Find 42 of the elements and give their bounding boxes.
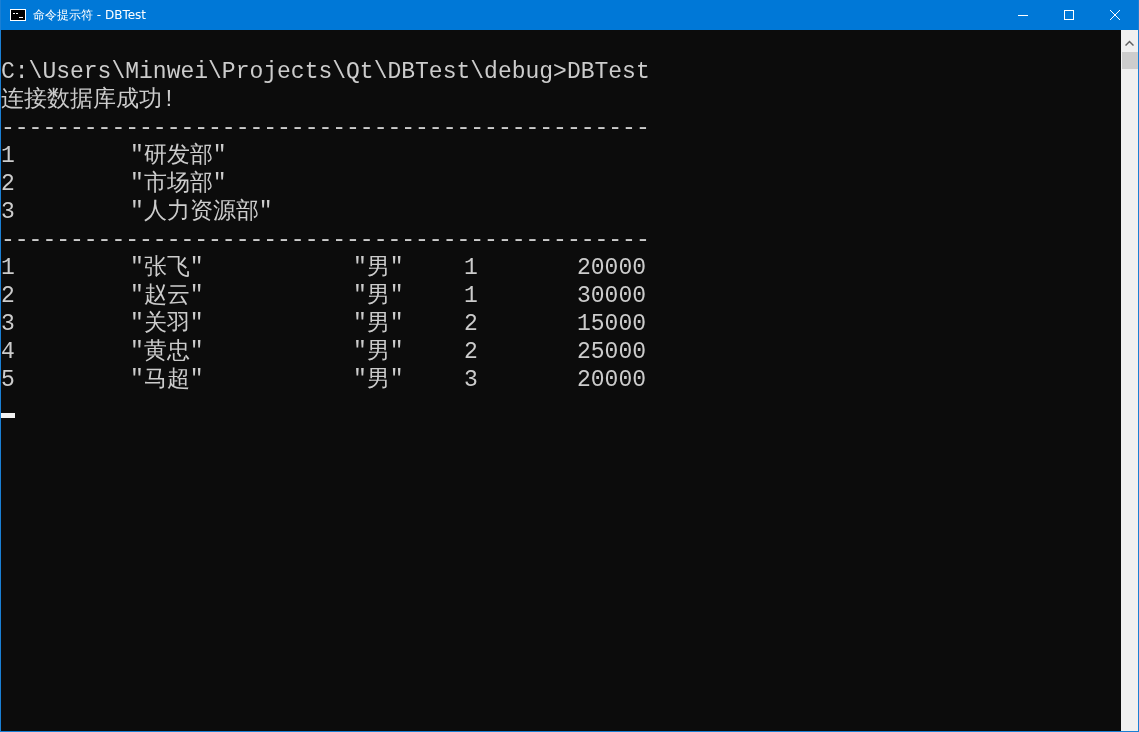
table-cell-text: "男" xyxy=(353,254,405,282)
table-cell-text: "男" xyxy=(353,310,405,338)
table-cell-text: 20000 xyxy=(576,254,646,282)
table-cell-text: 4 xyxy=(1,338,16,366)
table-cell-text: 15000 xyxy=(576,310,646,338)
console-icon xyxy=(10,9,26,21)
table-cell-text: 2 xyxy=(1,170,16,198)
table-cell-text: "赵云" xyxy=(130,282,205,310)
table-cell-text: 3 xyxy=(1,310,16,338)
table-cell-text: 2 xyxy=(1,282,16,310)
table-cell-text: "市场部" xyxy=(130,170,228,198)
table-cell-text: "黄忠" xyxy=(130,338,205,366)
console-text: 连接数据库成功! xyxy=(1,86,176,114)
scrollbar-thumb[interactable] xyxy=(1121,52,1138,69)
table-cell-text: 3 xyxy=(1,198,16,226)
window-title: 命令提示符 - DBTest xyxy=(33,6,147,24)
text-cursor xyxy=(1,412,15,418)
table-cell-text: "男" xyxy=(353,366,405,394)
table-cell-text: "张飞" xyxy=(130,254,205,282)
table-cell-text: 20000 xyxy=(576,366,646,394)
console-text: C:\Users\Minwei\Projects\Qt\DBTest\debug>DBTest xyxy=(1,58,650,86)
scrollbar[interactable] xyxy=(1121,30,1138,731)
table-cell-text: 5 xyxy=(1,366,16,394)
table-cell-text: "关羽" xyxy=(130,310,205,338)
maximize-icon xyxy=(1064,10,1074,20)
table-cell-text: 30000 xyxy=(576,282,646,310)
table-cell-text: 1 xyxy=(1,254,16,282)
table-cell-text: 1 xyxy=(464,254,479,282)
table-cell-text: 3 xyxy=(464,366,479,394)
table-cell-text: 1 xyxy=(464,282,479,310)
separator-line: ----------------------------------------------- xyxy=(1,114,650,142)
table-cell-text: "马超" xyxy=(130,366,205,394)
table-cell-text: 2 xyxy=(464,338,479,366)
table-cell-text: 25000 xyxy=(576,338,646,366)
close-icon xyxy=(1110,10,1120,20)
table-cell-text: "研发部" xyxy=(130,142,228,170)
table-cell-text: "男" xyxy=(353,282,405,310)
table-cell-text: 2 xyxy=(464,310,479,338)
separator-line: ----------------------------------------------- xyxy=(1,226,650,254)
table-cell-text: "男" xyxy=(353,338,405,366)
table-cell-text: 1 xyxy=(1,142,16,170)
table-cell-text: "人力资源部" xyxy=(130,198,274,226)
